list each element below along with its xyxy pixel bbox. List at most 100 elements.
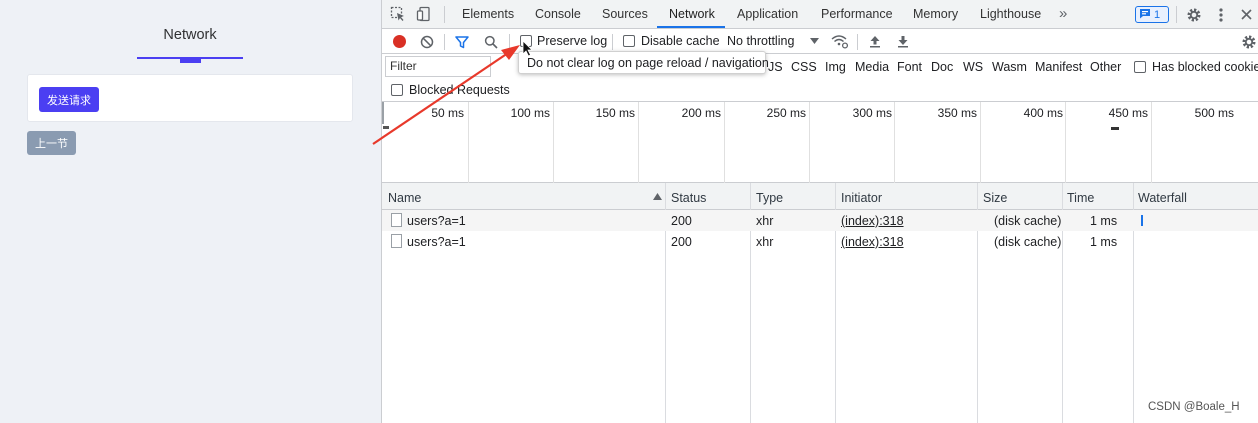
device-toolbar-icon[interactable] bbox=[416, 6, 432, 22]
timeline-tick-label: 250 ms bbox=[766, 106, 806, 120]
network-toolbar: Preserve log Disable cache No throttling bbox=[382, 29, 1258, 54]
disable-cache-label[interactable]: Disable cache bbox=[641, 34, 720, 48]
filter-type-doc[interactable]: Doc bbox=[931, 60, 953, 74]
request-name[interactable]: users?a=1 bbox=[407, 235, 466, 249]
search-icon[interactable] bbox=[483, 34, 498, 49]
toolbar-divider bbox=[444, 6, 445, 23]
document-file-icon bbox=[391, 213, 402, 227]
column-header-name[interactable]: Name bbox=[388, 191, 421, 205]
request-initiator-link[interactable]: (index):318 bbox=[841, 235, 904, 249]
record-button[interactable] bbox=[393, 35, 406, 48]
settings-gear-icon[interactable] bbox=[1185, 6, 1202, 23]
blocked-requests-label[interactable]: Blocked Requests bbox=[409, 83, 510, 97]
timeline-tick-label: 300 ms bbox=[852, 106, 892, 120]
devtools-tab-bar: Elements Console Sources Network Applica… bbox=[382, 0, 1258, 29]
timeline-gridline bbox=[1151, 102, 1152, 183]
devtools-panel: Elements Console Sources Network Applica… bbox=[381, 0, 1258, 423]
request-time: 1 ms bbox=[1090, 214, 1118, 228]
demo-page: Network 发送请求 上一节 bbox=[0, 0, 381, 423]
preserve-log-label[interactable]: Preserve log bbox=[537, 34, 607, 48]
table-row[interactable]: users?a=1 200 xhr (index):318 (disk cach… bbox=[382, 231, 1258, 252]
column-header-time[interactable]: Time bbox=[1067, 191, 1094, 205]
blocked-requests-checkbox[interactable] bbox=[391, 84, 403, 96]
timeline-overview[interactable]: 50 ms 100 ms 150 ms 200 ms 250 ms 300 ms… bbox=[382, 102, 1258, 183]
network-settings-gear-icon[interactable] bbox=[1240, 33, 1257, 50]
timeline-gridline bbox=[638, 102, 639, 183]
toolbar-divider bbox=[509, 34, 510, 50]
request-type: xhr bbox=[756, 214, 774, 228]
timeline-tick-label: 100 ms bbox=[510, 106, 550, 120]
active-tab-indicator bbox=[657, 26, 725, 28]
tab-elements[interactable]: Elements bbox=[462, 7, 514, 21]
tab-memory[interactable]: Memory bbox=[913, 7, 958, 21]
throttling-select[interactable]: No throttling bbox=[727, 34, 794, 48]
disable-cache-checkbox[interactable] bbox=[623, 35, 635, 47]
dropdown-arrow-icon[interactable] bbox=[809, 36, 819, 46]
send-request-button[interactable]: 发送请求 bbox=[39, 87, 99, 112]
filter-type-manifest[interactable]: Manifest bbox=[1035, 60, 1082, 74]
request-size: (disk cache) bbox=[994, 214, 1062, 228]
request-card: 发送请求 bbox=[27, 74, 353, 122]
filter-type-media[interactable]: Media bbox=[855, 60, 889, 74]
toolbar-divider bbox=[444, 34, 445, 50]
request-time: 1 ms bbox=[1090, 235, 1118, 249]
timeline-tick-label: 500 ms bbox=[1194, 106, 1234, 120]
timeline-gridline bbox=[1065, 102, 1066, 183]
issues-badge[interactable]: 1 bbox=[1135, 6, 1169, 23]
preserve-log-checkbox[interactable] bbox=[520, 35, 532, 47]
toolbar-divider bbox=[1176, 6, 1177, 23]
tab-network[interactable]: Network bbox=[669, 7, 715, 21]
timeline-tick-label: 200 ms bbox=[681, 106, 721, 120]
title-underline-indicator bbox=[180, 58, 201, 63]
request-size: (disk cache) bbox=[994, 235, 1062, 249]
has-blocked-cookies-label[interactable]: Has blocked cookies bbox=[1152, 60, 1258, 74]
filter-funnel-icon[interactable] bbox=[454, 34, 469, 49]
message-icon bbox=[1139, 8, 1151, 22]
table-header: Name Status Type Initiator Size Time Wat… bbox=[382, 183, 1258, 210]
overview-request-marker bbox=[1111, 127, 1119, 130]
tab-console[interactable]: Console bbox=[535, 7, 581, 21]
timeline-gridline bbox=[809, 102, 810, 183]
export-har-download-icon[interactable] bbox=[896, 34, 910, 49]
filter-type-css[interactable]: CSS bbox=[791, 60, 817, 74]
page-title: Network bbox=[163, 27, 217, 43]
network-conditions-wifi-icon[interactable] bbox=[831, 33, 849, 49]
has-blocked-cookies-checkbox[interactable] bbox=[1134, 61, 1146, 73]
column-header-waterfall[interactable]: Waterfall bbox=[1138, 191, 1187, 205]
close-icon[interactable] bbox=[1239, 7, 1253, 21]
inspect-element-icon[interactable] bbox=[390, 6, 406, 22]
more-tabs-chevron-icon[interactable]: » bbox=[1059, 5, 1067, 22]
filter-type-other[interactable]: Other bbox=[1090, 60, 1121, 74]
clear-icon[interactable] bbox=[419, 34, 434, 49]
sort-ascending-icon[interactable] bbox=[652, 192, 662, 201]
column-header-size[interactable]: Size bbox=[983, 191, 1007, 205]
request-initiator-link[interactable]: (index):318 bbox=[841, 214, 904, 228]
tab-sources[interactable]: Sources bbox=[602, 7, 648, 21]
timeline-tick-label: 350 ms bbox=[937, 106, 977, 120]
column-header-initiator[interactable]: Initiator bbox=[841, 191, 882, 205]
overview-left-handle[interactable] bbox=[382, 102, 384, 124]
timeline-gridline bbox=[553, 102, 554, 183]
request-name[interactable]: users?a=1 bbox=[407, 214, 466, 228]
filter-type-img[interactable]: Img bbox=[825, 60, 846, 74]
waterfall-bar[interactable] bbox=[1141, 215, 1143, 226]
column-header-type[interactable]: Type bbox=[756, 191, 783, 205]
filter-type-wasm[interactable]: Wasm bbox=[992, 60, 1027, 74]
filter-type-ws[interactable]: WS bbox=[963, 60, 983, 74]
toolbar-divider bbox=[612, 34, 613, 50]
timeline-gridline bbox=[894, 102, 895, 183]
import-har-upload-icon[interactable] bbox=[868, 34, 882, 49]
requests-table: Name Status Type Initiator Size Time Wat… bbox=[382, 183, 1258, 423]
tab-performance[interactable]: Performance bbox=[821, 7, 893, 21]
filter-type-font[interactable]: Font bbox=[897, 60, 922, 74]
filter-input[interactable]: Filter bbox=[385, 56, 491, 77]
tab-application[interactable]: Application bbox=[737, 7, 798, 21]
filter-type-js[interactable]: JS bbox=[768, 60, 783, 74]
timeline-tick-label: 50 ms bbox=[431, 106, 464, 120]
more-options-icon[interactable] bbox=[1214, 6, 1228, 23]
tab-lighthouse[interactable]: Lighthouse bbox=[980, 7, 1041, 21]
column-header-status[interactable]: Status bbox=[671, 191, 706, 205]
previous-section-button[interactable]: 上一节 bbox=[27, 131, 76, 155]
timeline-gridline bbox=[468, 102, 469, 183]
table-row[interactable]: users?a=1 200 xhr (index):318 (disk cach… bbox=[382, 210, 1258, 231]
